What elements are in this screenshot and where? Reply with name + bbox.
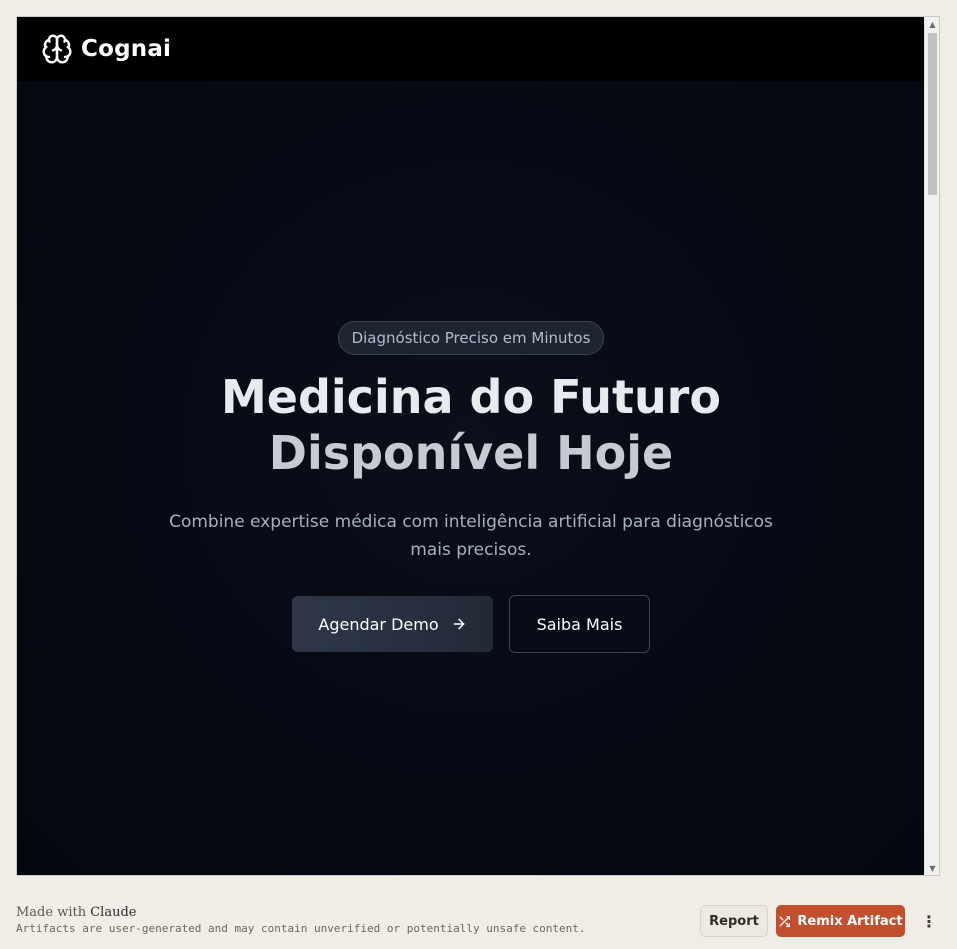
hero-badge: Diagnóstico Preciso em Minutos <box>338 321 604 355</box>
brain-icon <box>41 33 73 65</box>
artifact-footer: Made with Claude Artifacts are user-gene… <box>0 893 957 949</box>
hero-subtitle: Combine expertise médica com inteligênci… <box>169 512 773 560</box>
vertical-scrollbar[interactable]: ▲ ▼ <box>924 17 939 875</box>
brand-name: Cognai <box>81 36 172 62</box>
made-with-brand: Claude <box>90 905 137 920</box>
schedule-demo-label: Agendar Demo <box>318 614 439 634</box>
scroll-up-arrow-icon[interactable]: ▲ <box>925 17 939 31</box>
hero-headline-line2: Disponível Hoje <box>268 426 674 480</box>
remix-artifact-button[interactable]: Remix Artifact <box>776 905 905 937</box>
artifact-frame: Cognai Diagnóstico Preciso em Minutos Me… <box>16 16 940 876</box>
remix-label: Remix Artifact <box>797 913 903 929</box>
scrollbar-thumb[interactable] <box>928 33 937 195</box>
more-vertical-icon[interactable]: ⋮ <box>918 905 940 937</box>
scroll-down-arrow-icon[interactable]: ▼ <box>925 861 939 875</box>
brand-logo[interactable]: Cognai <box>41 33 171 65</box>
hero-headline-line1: Medicina do Futuro <box>221 370 721 424</box>
arrow-right-icon <box>451 616 467 632</box>
artifact-viewport: Cognai Diagnóstico Preciso em Minutos Me… <box>17 17 925 875</box>
navbar: Cognai <box>17 17 925 81</box>
report-button[interactable]: Report <box>700 905 768 937</box>
shuffle-icon <box>778 915 791 928</box>
disclaimer-text: Artifacts are user-generated and may con… <box>16 922 586 935</box>
made-with-claude: Made with Claude <box>16 905 136 920</box>
hero-section: Diagnóstico Preciso em Minutos Medicina … <box>17 81 925 875</box>
made-with-prefix: Made with <box>16 905 87 920</box>
schedule-demo-button[interactable]: Agendar Demo <box>292 596 493 652</box>
learn-more-button[interactable]: Saiba Mais <box>509 595 650 653</box>
